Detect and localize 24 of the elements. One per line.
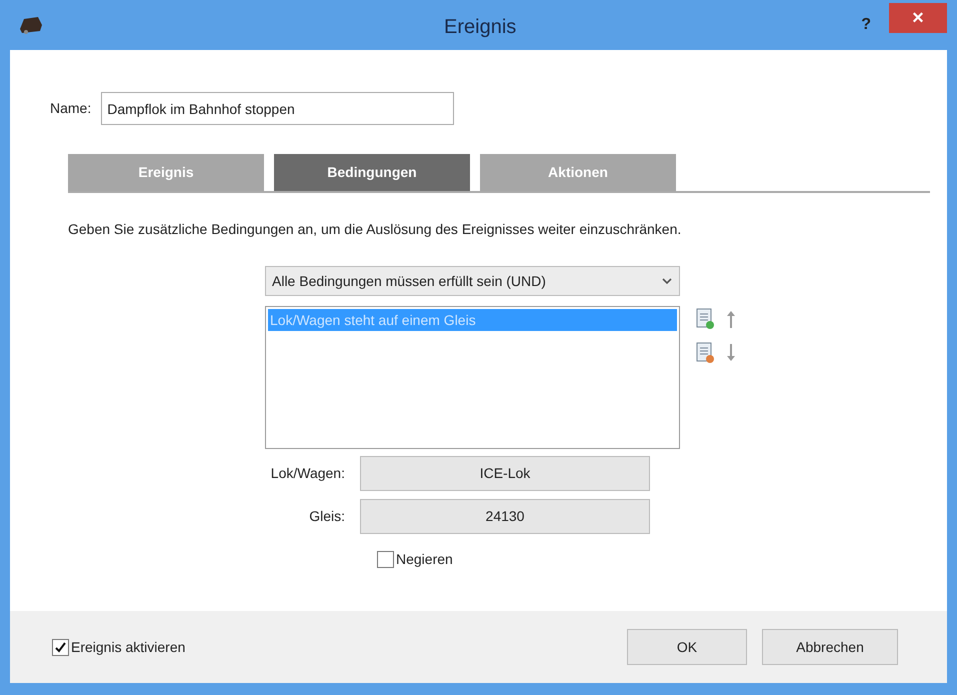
arrow-down-icon[interactable] (726, 343, 736, 363)
ok-button[interactable]: OK (627, 629, 747, 665)
remove-document-icon[interactable] (696, 342, 716, 364)
mode-dropdown[interactable]: Alle Bedingungen müssen erfüllt sein (UND) (265, 266, 680, 296)
activate-label: Ereignis aktivieren (71, 638, 186, 657)
window-title: Ereignis (444, 15, 516, 40)
close-button[interactable]: × (889, 3, 947, 33)
checkbox[interactable] (52, 638, 69, 656)
checkmark-icon (54, 640, 67, 654)
selector-button[interactable]: 24130 (360, 499, 650, 534)
checkbox[interactable] (377, 551, 394, 568)
name-field[interactable]: Dampflok im Bahnhof stoppen (101, 92, 454, 125)
negate-label: Negieren (396, 550, 453, 569)
description-text: Geben Sie zusätzliche Bedingungen an, um die Auslösung des Ereignisses weiter einzuschränken. (68, 220, 682, 239)
field-label: Gleis: (308, 507, 345, 526)
name-label: Name: (50, 99, 92, 118)
chevron-down-icon (661, 277, 673, 285)
arrow-up-icon[interactable] (726, 309, 736, 329)
add-document-icon[interactable] (696, 308, 716, 330)
tab[interactable]: Bedingungen (274, 154, 470, 191)
help-button[interactable]: ? (861, 13, 871, 37)
field-label: Lok/Wagen: (270, 464, 345, 483)
cancel-button[interactable]: Abbrechen (762, 629, 898, 665)
selector-button[interactable]: ICE-Lok (360, 456, 650, 491)
